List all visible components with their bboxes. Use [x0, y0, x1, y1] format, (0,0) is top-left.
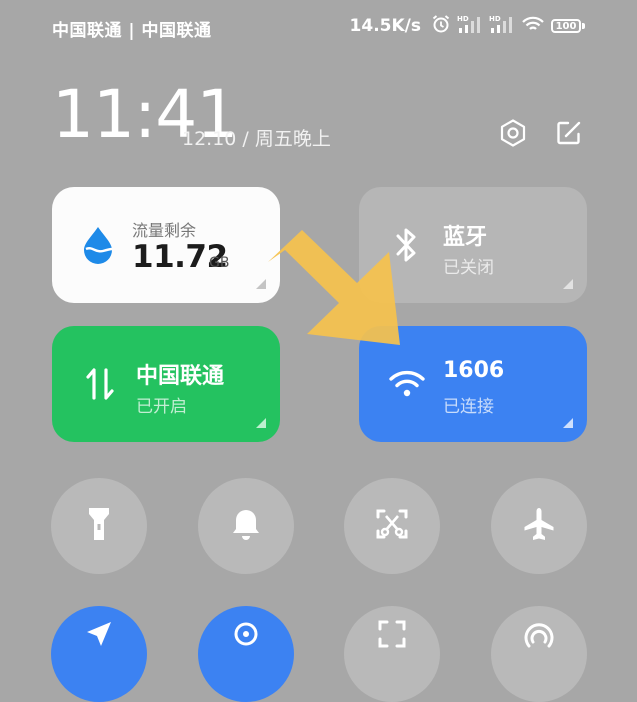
- airplane-icon: [521, 506, 557, 546]
- status-icons: 14.5K/s HD HD 100: [350, 14, 585, 38]
- wifi-icon: [521, 14, 545, 38]
- signal-icon: HD: [457, 14, 483, 38]
- edit-icon[interactable]: [552, 116, 586, 150]
- screenshot-toggle[interactable]: [344, 478, 440, 574]
- flashlight-toggle[interactable]: [51, 478, 147, 574]
- scan-toggle[interactable]: [344, 606, 440, 702]
- mobile-data-title: 中国联通: [136, 364, 225, 389]
- carrier-names: 中国联通 | 中国联通: [52, 21, 212, 41]
- tile-corner-indicator: [563, 418, 573, 428]
- network-speed: 14.5K/s: [349, 16, 421, 36]
- data-remaining-unit: GB: [209, 255, 230, 271]
- flashlight-icon: [85, 505, 113, 547]
- water-drop-icon: [78, 225, 118, 265]
- data-remaining-label: 流量剩余: [132, 221, 197, 240]
- rotation-lock-toggle[interactable]: [198, 606, 294, 702]
- battery-level: 100: [551, 19, 581, 33]
- signal-icon: HD: [489, 14, 515, 38]
- hotspot-toggle[interactable]: [491, 606, 587, 702]
- wifi-icon: [387, 364, 427, 404]
- alarm-icon: [431, 14, 451, 38]
- bluetooth-icon: [387, 225, 427, 265]
- data-usage-tile[interactable]: 流量剩余 11.72 GB: [52, 187, 280, 303]
- airplane-mode-toggle[interactable]: [491, 478, 587, 574]
- clock-date: 12.10 / 周五晚上: [182, 128, 331, 150]
- mute-toggle[interactable]: [198, 478, 294, 574]
- scan-icon: [377, 619, 407, 653]
- location-toggle[interactable]: [51, 606, 147, 702]
- screenshot-icon: [375, 507, 409, 545]
- wifi-network-name: 1606: [443, 358, 505, 383]
- hd-badge: HD: [489, 15, 501, 23]
- tile-corner-indicator: [563, 279, 573, 289]
- wifi-status: 已连接: [443, 397, 494, 417]
- bell-icon: [230, 506, 262, 546]
- tile-corner-indicator: [256, 418, 266, 428]
- hd-badge: HD: [457, 15, 469, 23]
- location-icon: [84, 619, 114, 653]
- tile-corner-indicator: [256, 279, 266, 289]
- battery-indicator: 100: [551, 19, 585, 33]
- wifi-tile[interactable]: 1606 已连接: [359, 326, 587, 442]
- settings-icon[interactable]: [496, 116, 530, 150]
- bluetooth-title: 蓝牙: [443, 225, 488, 250]
- mobile-data-tile[interactable]: 中国联通 已开启: [52, 326, 280, 442]
- circle-icon: [231, 619, 261, 653]
- bluetooth-tile[interactable]: 蓝牙 已关闭: [359, 187, 587, 303]
- bluetooth-status: 已关闭: [443, 258, 494, 278]
- hotspot-icon: [522, 619, 556, 653]
- status-bar: 中国联通 | 中国联通 14.5K/s HD HD 100: [0, 0, 637, 55]
- data-transfer-icon: [80, 364, 120, 404]
- mobile-data-status: 已开启: [136, 397, 187, 417]
